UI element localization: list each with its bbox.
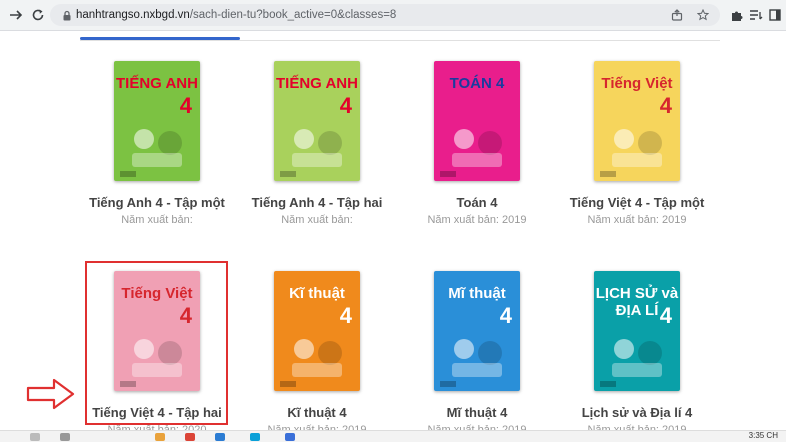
book-cover-image[interactable]: Tiếng Việt 4 [594,61,680,181]
book-publish-year: Năm xuất bản: [121,214,193,226]
book-cover-image[interactable]: TIẾNG ANH 4 [114,61,200,181]
address-bar[interactable]: hanhtrangso.nxbgd.vn/sach-dien-tu?book_a… [50,4,720,26]
book-cover-image[interactable]: LỊCH SỬ và ĐỊA LÍ 4 [594,271,680,391]
book-title[interactable]: Tiếng Việt 4 - Tập một [557,195,717,210]
url-text: hanhtrangso.nxbgd.vn/sach-dien-tu?book_a… [76,9,397,21]
book-title[interactable]: Tiếng Anh 4 - Tập một [77,195,237,210]
book-card[interactable]: Tiếng Việt 4 Tiếng Việt 4 - Tập một Năm xuấ… [557,61,717,226]
book-title[interactable]: Kĩ thuật 4 [237,405,397,420]
browser-toolbar: hanhtrangso.nxbgd.vn/sach-dien-tu?book_a… [0,0,786,31]
book-publish-year: Năm xuất bản: 2019 [587,214,687,226]
word-icon[interactable] [215,433,225,441]
task-view-icon[interactable] [60,433,70,441]
search-icon[interactable] [30,433,40,441]
book-title[interactable]: Lịch sử và Địa lí 4 [557,405,717,420]
cover-illustration [120,129,182,177]
side-panel-icon[interactable] [765,5,785,25]
chrome-icon[interactable] [185,433,195,441]
book-title[interactable]: Mĩ thuật 4 [397,405,557,420]
cover-illustration [600,339,662,387]
book-publish-year: Năm xuất bản: 2019 [427,214,527,226]
book-title[interactable]: Toán 4 [397,195,557,210]
book-publish-year: Năm xuất bản: [281,214,353,226]
book-card[interactable]: TIẾNG ANH 4 Tiếng Anh 4 - Tập hai Năm xuất … [237,61,397,226]
pointer-arrow-icon [26,378,75,410]
taskbar: 3:35 CH [0,430,786,442]
book-cover-image[interactable]: TOÁN 4 [434,61,520,181]
clock: 3:35 CH [748,431,778,440]
reading-list-icon[interactable] [746,5,766,25]
book-card[interactable]: Mĩ thuật4Mĩ thuật 4Năm xuất bản: 2019 [397,271,557,436]
cover-illustration [600,129,662,177]
selection-highlight-box [85,261,228,425]
book-cover-image[interactable]: Mĩ thuật 4 [434,271,520,391]
book-cover-image[interactable]: TIẾNG ANH 4 [274,61,360,181]
star-icon[interactable] [694,6,712,24]
reload-icon[interactable] [28,5,48,25]
category-tabs [80,31,720,41]
folder-icon[interactable] [155,433,165,441]
app-icon[interactable] [285,433,295,441]
cover-illustration [440,339,502,387]
book-card[interactable]: Kĩ thuật4Kĩ thuật 4Năm xuất bản: 2019 [237,271,397,436]
book-title[interactable]: Tiếng Anh 4 - Tập hai [237,195,397,210]
cover-illustration [440,129,502,177]
cover-illustration [280,339,342,387]
tab-active-indicator [80,37,240,40]
book-card[interactable]: TOÁN 4 Toán 4 Năm xuất bản: 2019 [397,61,557,226]
arrow-right-icon[interactable] [6,5,26,25]
book-card[interactable]: LỊCH SỬ và ĐỊA LÍ4Lịch sử và Địa lí 4Năm… [557,271,717,436]
cover-illustration [280,129,342,177]
lock-icon[interactable] [58,10,76,21]
book-card[interactable]: TIẾNG ANH 4 Tiếng Anh 4 - Tập một Năm xuất … [77,61,237,226]
book-cover-image[interactable]: Kĩ thuật 4 [274,271,360,391]
page-content: TIẾNG ANH 4 Tiếng Anh 4 - Tập một Năm xuất … [0,31,786,436]
edge-icon[interactable] [250,433,260,441]
extensions-icon[interactable] [726,5,746,25]
share-icon[interactable] [668,6,686,24]
